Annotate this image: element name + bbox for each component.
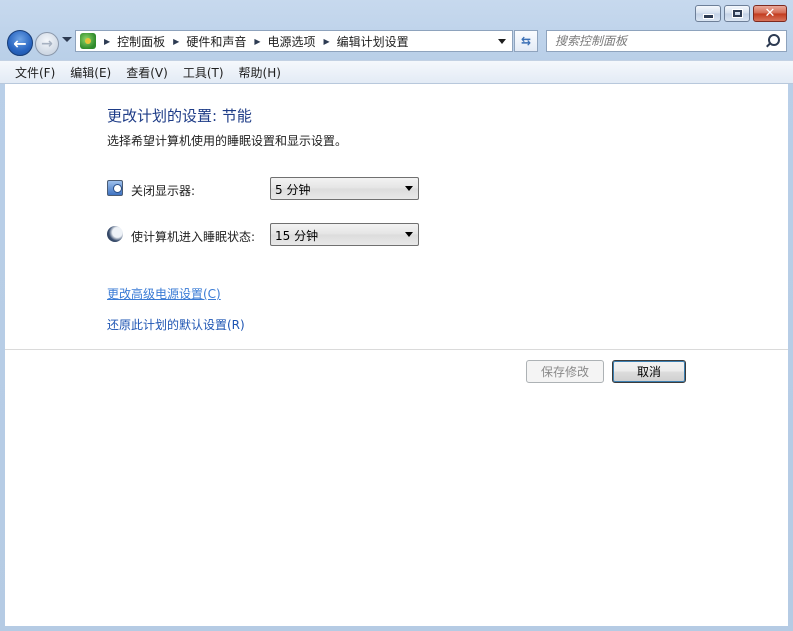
recent-pages-chevron-down-icon[interactable] (62, 37, 72, 42)
menu-edit[interactable]: 编辑(E) (63, 62, 119, 83)
back-arrow-icon: ← (13, 33, 27, 53)
refresh-icon: ⇆ (520, 34, 532, 48)
breadcrumb-separator-icon[interactable]: ▶ (173, 37, 179, 46)
menu-view[interactable]: 查看(V) (119, 62, 176, 83)
close-icon: ✕ (764, 6, 776, 21)
display-icon (107, 180, 123, 196)
close-button[interactable]: ✕ (753, 5, 787, 22)
maximize-icon (725, 6, 749, 21)
display-off-select[interactable]: 5 分钟 (270, 177, 419, 200)
back-button[interactable]: ← (7, 30, 33, 56)
display-off-value: 5 分钟 (275, 183, 311, 197)
menu-tools[interactable]: 工具(T) (176, 62, 232, 83)
content-pane: 更改计划的设置: 节能 选择希望计算机使用的睡眠设置和显示设置。 关闭显示器: … (5, 84, 788, 626)
search-box[interactable] (546, 30, 787, 52)
minimize-button[interactable] (695, 5, 721, 22)
sleep-select[interactable]: 15 分钟 (270, 223, 419, 246)
menu-help[interactable]: 帮助(H) (232, 62, 289, 83)
caption-buttons: ✕ (692, 5, 787, 22)
breadcrumb-separator-icon[interactable]: ▶ (254, 37, 260, 46)
breadcrumb-separator-icon[interactable]: ▶ (324, 37, 330, 46)
forward-button[interactable]: → (35, 32, 59, 56)
forward-arrow-icon: → (41, 36, 53, 52)
advanced-power-settings-link[interactable]: 更改高级电源设置(C) (107, 285, 221, 302)
breadcrumb-control-panel[interactable]: 控制面板 (117, 33, 165, 50)
control-panel-icon (80, 33, 96, 49)
breadcrumb-separator-icon[interactable]: ▶ (104, 37, 110, 46)
maximize-button[interactable] (724, 5, 750, 22)
address-dropdown-icon[interactable] (498, 39, 506, 44)
breadcrumb-hardware-sound[interactable]: 硬件和声音 (186, 33, 246, 50)
sleep-value: 15 分钟 (275, 229, 319, 243)
minimize-icon (696, 6, 720, 21)
chevron-down-icon (405, 232, 413, 237)
search-input[interactable] (555, 32, 755, 50)
menu-file[interactable]: 文件(F) (8, 62, 63, 83)
breadcrumb-power-options[interactable]: 电源选项 (268, 33, 316, 50)
sleep-moon-icon (107, 226, 123, 242)
address-bar[interactable]: ▶ 控制面板 ▶ 硬件和声音 ▶ 电源选项 ▶ 编辑计划设置 (75, 30, 513, 52)
chevron-down-icon (405, 186, 413, 191)
restore-defaults-link[interactable]: 还原此计划的默认设置(R) (107, 316, 245, 333)
divider (5, 349, 788, 350)
refresh-button[interactable]: ⇆ (514, 30, 538, 52)
title-bar: ✕ (0, 0, 793, 28)
cancel-button[interactable]: 取消 (612, 360, 686, 383)
navigation-bar: ← → ▶ 控制面板 ▶ 硬件和声音 ▶ 电源选项 ▶ 编辑计划设置 ⇆ (0, 28, 793, 60)
menu-bar: 文件(F) 编辑(E) 查看(V) 工具(T) 帮助(H) (0, 60, 793, 84)
sleep-label: 使计算机进入睡眠状态: (131, 230, 256, 244)
save-changes-button[interactable]: 保存修改 (526, 360, 604, 383)
breadcrumb-edit-plan[interactable]: 编辑计划设置 (337, 33, 409, 50)
page-description: 选择希望计算机使用的睡眠设置和显示设置。 (107, 134, 348, 148)
search-icon[interactable] (768, 34, 780, 46)
display-off-label: 关闭显示器: (131, 184, 196, 198)
page-title: 更改计划的设置: 节能 (107, 107, 252, 125)
